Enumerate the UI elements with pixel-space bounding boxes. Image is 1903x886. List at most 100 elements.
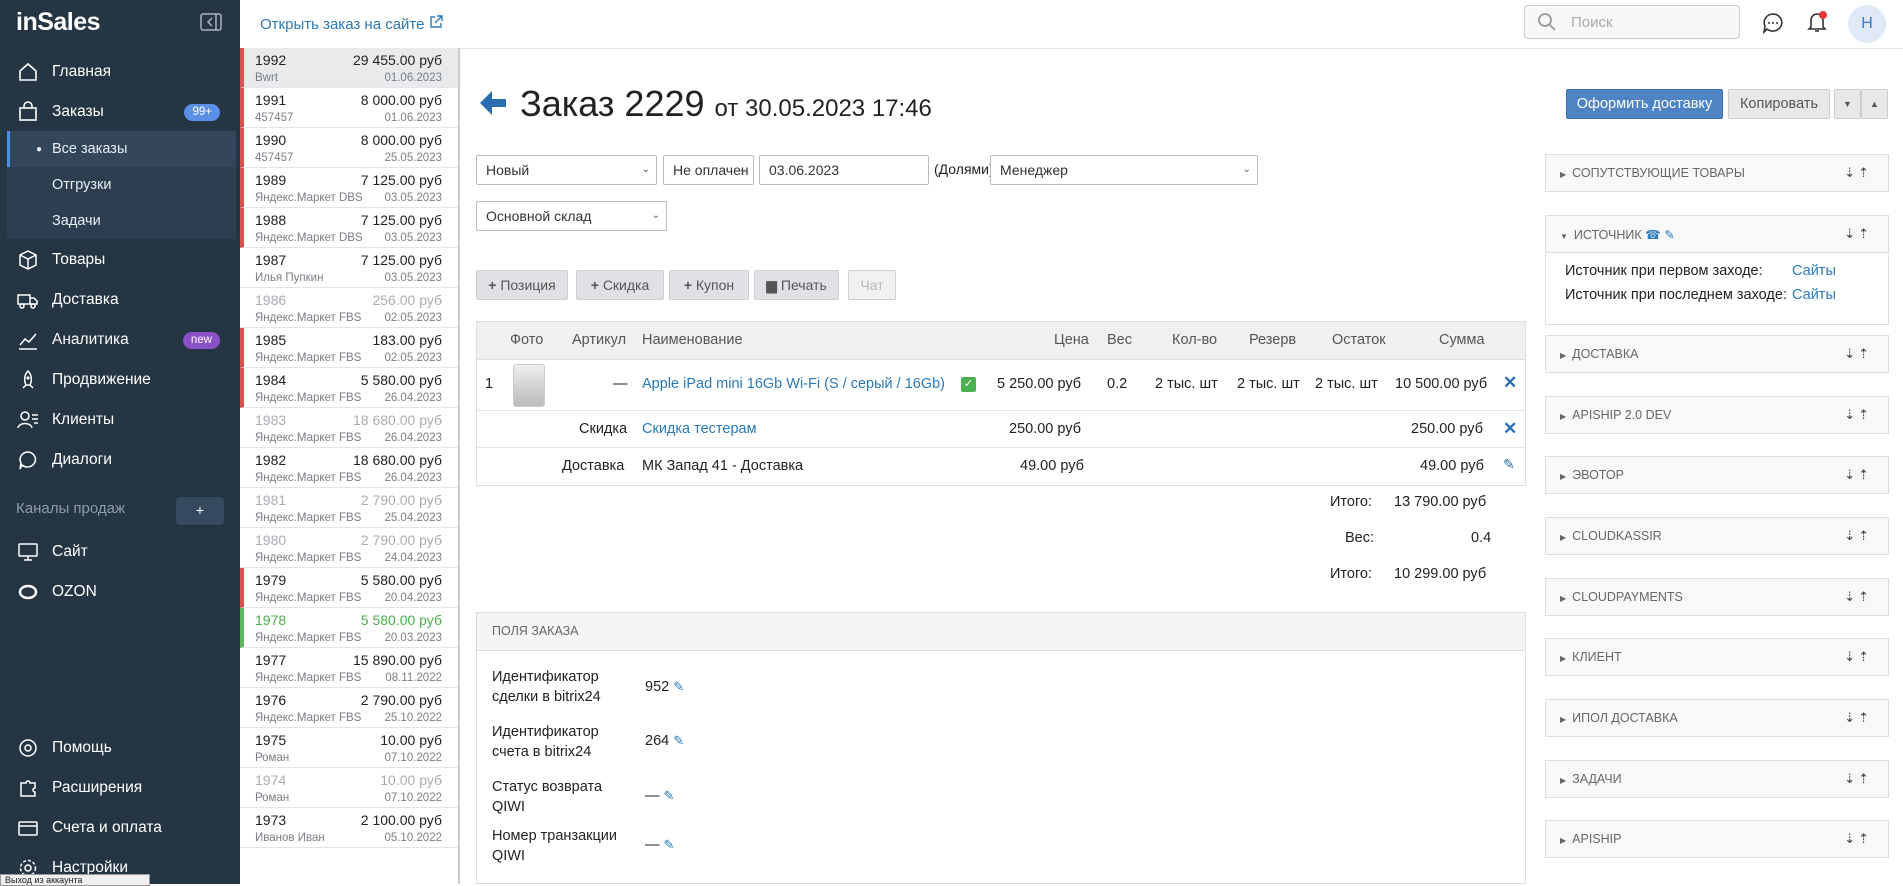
order-list-item[interactable]: 1982 18 680.00 руб Яндекс.Маркет FBS 26.04.… (240, 448, 458, 488)
side-panel-1[interactable]: ▶ Сопутствующие товары ⇣⇡ (1545, 154, 1889, 192)
nav-channel-site[interactable]: Сайт (0, 534, 240, 570)
search-input[interactable]: Поиск (1524, 5, 1740, 39)
ship-date-input[interactable]: 03.06.2023 (759, 155, 929, 185)
order-list-item[interactable]: 1985 183.00 руб Яндекс.Маркет FBS 02.05.202… (240, 328, 458, 368)
source-first-link[interactable]: Сайты (1792, 263, 1836, 279)
pencil-icon[interactable]: ✎ (1503, 456, 1515, 473)
source-last-link[interactable]: Сайты (1792, 287, 1836, 303)
sort-arrows-icon[interactable]: ⇣⇡ (1844, 346, 1872, 362)
sort-arrows-icon[interactable]: ⇣⇡ (1844, 226, 1872, 242)
remove-item-icon[interactable]: ✕ (1503, 373, 1517, 393)
pencil-icon[interactable]: ✎ (673, 679, 684, 694)
sort-arrows-icon[interactable]: ⇣⇡ (1844, 407, 1872, 423)
order-list-item[interactable]: 1988 7 125.00 руб Яндекс.Маркет DBS 03.05.2… (240, 208, 458, 248)
side-panel-10[interactable]: ▶ Задачи ⇣⇡ (1545, 760, 1889, 798)
warehouse-select[interactable]: Основной склад ⌄ (476, 201, 667, 231)
collapse-sidebar-icon[interactable] (200, 13, 222, 33)
order-list-item[interactable]: 1989 7 125.00 руб Яндекс.Маркет DBS 03.05.2… (240, 168, 458, 208)
order-list-item[interactable]: 1987 7 125.00 руб Илья Пупкин 03.05.2023 (240, 248, 458, 288)
pencil-icon[interactable]: ✎ (1664, 228, 1674, 242)
nav-clients[interactable]: Клиенты (0, 402, 240, 438)
item-reserve: 2 тыс. шт (1237, 376, 1300, 392)
order-list-item[interactable]: 1973 2 100.00 руб Иванов Иван 05.10.2022 (240, 808, 458, 848)
order-list-item[interactable]: 1983 18 680.00 руб Яндекс.Маркет FBS 26.04.… (240, 408, 458, 448)
nav-label: Заказы (52, 103, 104, 120)
remove-discount-icon[interactable]: ✕ (1503, 419, 1517, 439)
sort-arrows-icon[interactable]: ⇣⇡ (1844, 589, 1872, 605)
order-list-item[interactable]: 1974 10.00 руб Роман 07.10.2022 (240, 768, 458, 808)
add-position-button[interactable]: + Позиция (476, 270, 568, 300)
back-arrow-icon[interactable] (478, 89, 508, 120)
order-number: 1980 (255, 532, 287, 548)
nav-orders[interactable]: Заказы 99+ (0, 94, 240, 130)
nav-products[interactable]: Товары (0, 242, 240, 278)
order-list-item[interactable]: 1984 5 580.00 руб Яндекс.Маркет FBS 26.04.2… (240, 368, 458, 408)
product-photo[interactable] (513, 364, 545, 407)
sort-arrows-icon[interactable]: ⇣⇡ (1844, 165, 1872, 181)
pencil-icon[interactable]: ✎ (673, 733, 684, 748)
nav-dialogs[interactable]: Диалоги (0, 442, 240, 478)
nav-channel-ozon[interactable]: OZON (0, 574, 240, 610)
order-list-item[interactable]: 1992 29 455.00 руб Bwrt 01.06.2023 (240, 48, 458, 88)
order-list-item[interactable]: 1991 8 000.00 руб 457457 01.06.2023 (240, 88, 458, 128)
side-panel-4[interactable]: ▶ ApiShip 2.0 DEV ⇣⇡ (1545, 396, 1889, 434)
order-list-item[interactable]: 1990 8 000.00 руб 457457 25.05.2023 (240, 128, 458, 168)
discount-link[interactable]: Скидка тестерам (642, 421, 757, 437)
order-list-item[interactable]: 1975 10.00 руб Роман 07.10.2022 (240, 728, 458, 768)
sort-arrows-icon[interactable]: ⇣⇡ (1844, 710, 1872, 726)
side-panel-6[interactable]: ▶ CloudKassir ⇣⇡ (1545, 517, 1889, 555)
status-select[interactable]: Новый ⌄ (476, 155, 657, 185)
nav-extensions[interactable]: Расширения (0, 770, 240, 806)
product-link[interactable]: Apple iPad mini 16Gb Wi-Fi (S / серый / … (642, 376, 945, 392)
manager-select[interactable]: Менеджер ⌄ (990, 155, 1258, 185)
nav-home[interactable]: Главная (0, 54, 240, 90)
sort-arrows-icon[interactable]: ⇣⇡ (1844, 771, 1872, 787)
order-list-item[interactable]: 1980 2 790.00 руб Яндекс.Маркет FBS 24.04.2… (240, 528, 458, 568)
side-panel-8[interactable]: ▶ Клиент ⇣⇡ (1545, 638, 1889, 676)
order-list-item[interactable]: 1977 15 890.00 руб Яндекс.Маркет FBS 08.11.… (240, 648, 458, 688)
sort-arrows-icon[interactable]: ⇣⇡ (1844, 467, 1872, 483)
collapse-up-icon[interactable]: ▲ (1861, 89, 1888, 119)
payment-select[interactable]: Не оплачен ⌄ (663, 155, 754, 185)
side-panel-3[interactable]: ▶ Доставка ⇣⇡ (1545, 335, 1889, 373)
sub-tasks[interactable]: Задачи (7, 203, 236, 239)
nav-help[interactable]: Помощь (0, 730, 240, 766)
pencil-icon[interactable]: ✎ (664, 788, 675, 803)
copy-button[interactable]: Копировать (1728, 89, 1830, 119)
nav-promotion[interactable]: Продвижение (0, 362, 240, 398)
add-coupon-button[interactable]: + Купон (669, 270, 749, 300)
order-list-item[interactable]: 1986 256.00 руб Яндекс.Маркет FBS 02.05.202… (240, 288, 458, 328)
create-shipment-button[interactable]: Оформить доставку (1566, 89, 1723, 119)
add-discount-button[interactable]: + Скидка (576, 270, 664, 300)
print-button[interactable]: ▆ Печать (754, 270, 839, 300)
add-channel-button[interactable]: + (176, 497, 224, 525)
side-panel-11[interactable]: ▶ ApiShip ⇣⇡ (1545, 820, 1889, 858)
side-panel-9[interactable]: ▶ ИПОЛ доставка ⇣⇡ (1545, 699, 1889, 737)
open-order-on-site-link[interactable]: Открыть заказ на сайте (260, 14, 444, 33)
side-panel-5[interactable]: ▶ Эвотор ⇣⇡ (1545, 456, 1889, 494)
side-panel-7[interactable]: ▶ CloudPayments ⇣⇡ (1545, 578, 1889, 616)
order-list-item[interactable]: 1979 5 580.00 руб Яндекс.Маркет FBS 20.04.2… (240, 568, 458, 608)
chat-button[interactable]: Чат (848, 270, 896, 300)
sort-arrows-icon[interactable]: ⇣⇡ (1844, 528, 1872, 544)
sub-all-orders[interactable]: ● Все заказы (7, 131, 236, 167)
pencil-icon[interactable]: ✎ (664, 837, 675, 852)
order-list-item[interactable]: 1978 5 580.00 руб Яндекс.Маркет FBS 20.03.2… (240, 608, 458, 648)
panel-title: ▶ ApiShip (1560, 832, 1621, 846)
field-value: 952 ✎ (645, 679, 684, 695)
bell-icon[interactable] (1806, 10, 1828, 37)
item-qty[interactable]: 2 тыс. шт (1155, 376, 1218, 392)
sort-arrows-icon[interactable]: ⇣⇡ (1844, 649, 1872, 665)
avatar[interactable]: Н (1848, 5, 1886, 43)
nav-delivery[interactable]: Доставка (0, 282, 240, 318)
sort-arrows-icon[interactable]: ⇣⇡ (1844, 831, 1872, 847)
col-qty: Кол-во (1172, 332, 1218, 348)
copy-dropdown-icon[interactable]: ▼ (1834, 89, 1861, 119)
nav-billing[interactable]: Счета и оплата (0, 810, 240, 846)
nav-analytics[interactable]: Аналитика new (0, 322, 240, 358)
sub-shipments[interactable]: Отгрузки (7, 167, 236, 203)
side-panel-2[interactable]: ▼ Источник ☎ ✎ ⇣⇡ (1545, 215, 1889, 253)
messages-icon[interactable] (1762, 12, 1784, 37)
order-list-item[interactable]: 1981 2 790.00 руб Яндекс.Маркет FBS 25.04.2… (240, 488, 458, 528)
order-list-item[interactable]: 1976 2 790.00 руб Яндекс.Маркет FBS 25.10.2… (240, 688, 458, 728)
